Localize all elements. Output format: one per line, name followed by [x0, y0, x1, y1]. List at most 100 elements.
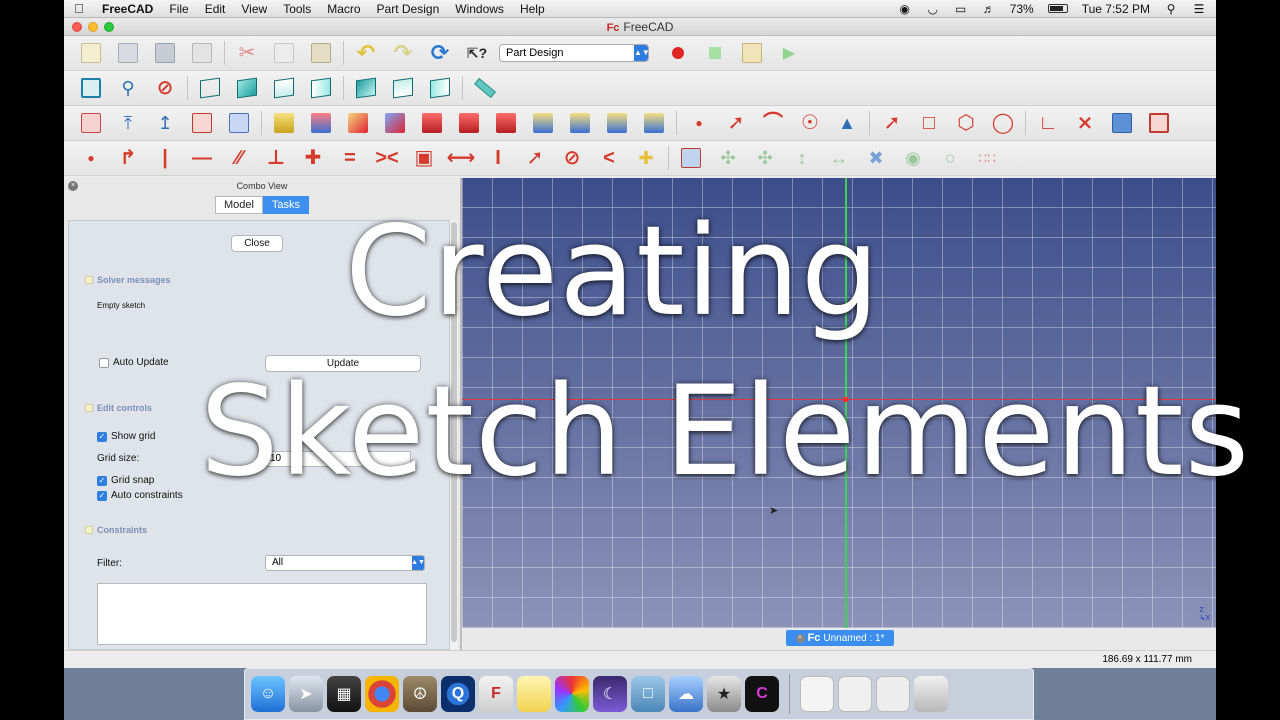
rectangular-array-button[interactable]: ∷∷	[972, 144, 1002, 172]
redo-button[interactable]: ↷	[388, 39, 418, 67]
constrain-distance-button[interactable]: ➚	[520, 144, 550, 172]
task-panel-scrollbar[interactable]	[450, 220, 458, 650]
right-view-button[interactable]	[306, 74, 336, 102]
app-window-icon[interactable]: □	[631, 676, 665, 712]
menu-part-design[interactable]: Part Design	[369, 2, 448, 16]
menu-app-name[interactable]: FreeCAD	[94, 2, 161, 16]
select-horizontal-axis-button[interactable]: ↔	[824, 144, 854, 172]
volume-icon[interactable]: ♬	[982, 3, 996, 15]
grid-snap-checkbox[interactable]: ✓ Grid snap	[97, 475, 154, 486]
record-icon[interactable]: ◉	[898, 3, 912, 15]
external-geometry-button[interactable]	[1107, 109, 1137, 137]
constrain-vertical-button[interactable]: |	[150, 144, 180, 172]
notification-center-icon[interactable]: ☰	[1192, 3, 1206, 15]
downloads-stack-icon[interactable]	[876, 676, 910, 712]
leave-sketch-button[interactable]: ↥	[150, 109, 180, 137]
create-rectangle-button[interactable]: □	[914, 109, 944, 137]
carbon-copy-button[interactable]	[1144, 109, 1174, 137]
apple-icon[interactable]: 	[64, 1, 94, 16]
fit-all-button[interactable]	[76, 74, 106, 102]
tab-model[interactable]: Model	[214, 196, 263, 214]
linear-pattern-button[interactable]	[565, 109, 595, 137]
revolution-button[interactable]	[343, 109, 373, 137]
constrain-angle-button[interactable]: <	[594, 144, 624, 172]
macro-stop-button[interactable]	[700, 39, 730, 67]
pad-button[interactable]	[269, 109, 299, 137]
imovie-icon[interactable]: ★	[707, 676, 741, 712]
close-tab-icon[interactable]: ×	[795, 633, 805, 643]
constrain-coincident-button[interactable]: ●	[76, 144, 106, 172]
create-polygon-button[interactable]: ⬡	[951, 109, 981, 137]
show-grid-checkbox[interactable]: ✓ Show grid	[97, 431, 155, 442]
constrain-symmetric-button[interactable]: ><	[372, 144, 402, 172]
print-button[interactable]	[187, 39, 217, 67]
constrain-radius-button[interactable]: ⊘	[557, 144, 587, 172]
update-button[interactable]: Update	[265, 355, 421, 372]
filter-dropdown[interactable]: All ▲▼	[265, 555, 425, 571]
chrome-icon[interactable]	[365, 676, 399, 712]
dashboard-icon[interactable]: ▦	[327, 676, 361, 712]
workbench-selector[interactable]: Part Design ▲▼	[499, 44, 650, 62]
menu-file[interactable]: File	[161, 2, 196, 16]
battery-icon[interactable]	[1047, 4, 1068, 13]
macro-run-button[interactable]: ▶	[774, 39, 804, 67]
validate-sketch-button[interactable]	[224, 109, 254, 137]
photos-icon[interactable]: ☾	[593, 676, 627, 712]
paste-button[interactable]	[306, 39, 336, 67]
constrain-perpendicular-button[interactable]: ⊥	[261, 144, 291, 172]
create-fillet-button[interactable]: ∟	[1033, 109, 1063, 137]
auto-constraints-checkbox[interactable]: ✓ Auto constraints	[97, 490, 183, 501]
quicktime-icon[interactable]: Q	[441, 676, 475, 712]
macro-record-button[interactable]	[663, 39, 693, 67]
close-panel-icon[interactable]: ×	[68, 181, 78, 191]
close-window-button[interactable]	[72, 22, 82, 32]
new-document-button[interactable]	[76, 39, 106, 67]
constrain-horizontal-button[interactable]: —	[187, 144, 217, 172]
menu-view[interactable]: View	[233, 2, 275, 16]
airplay-icon[interactable]: ▭	[954, 3, 968, 15]
constrain-snell-button[interactable]: ✚	[631, 144, 661, 172]
select-elements-button[interactable]: ○	[935, 144, 965, 172]
trim-edge-button[interactable]: ⨯	[1070, 109, 1100, 137]
view-sketch-button[interactable]: ⤒	[113, 109, 143, 137]
create-line-button[interactable]: ➚	[721, 109, 751, 137]
launchpad-icon[interactable]: ➤	[289, 676, 323, 712]
stickies-icon[interactable]	[517, 676, 551, 712]
freecad-dock-icon[interactable]: F	[479, 676, 513, 712]
undo-button[interactable]: ↶	[351, 39, 381, 67]
toggle-construction-button[interactable]	[676, 144, 706, 172]
select-redundant-button[interactable]: ✖	[861, 144, 891, 172]
left-view-button[interactable]	[425, 74, 455, 102]
select-vertical-axis-button[interactable]: ↕	[787, 144, 817, 172]
front-view-button[interactable]	[232, 74, 262, 102]
grid-size-input[interactable]: 10	[265, 451, 411, 467]
create-conic-button[interactable]: ▲	[832, 109, 862, 137]
gimp-icon[interactable]: ☮	[403, 676, 437, 712]
openoffice-icon[interactable]: ☁	[669, 676, 703, 712]
clock[interactable]: Tue 7:52 PM	[1082, 2, 1150, 16]
auto-update-checkbox[interactable]: Auto Update	[99, 357, 169, 368]
menu-tools[interactable]: Tools	[275, 2, 319, 16]
spotlight-search-icon[interactable]: ⚲	[1164, 3, 1178, 15]
create-polyline-button[interactable]: ➚	[877, 109, 907, 137]
constrain-tangent-button[interactable]: ✚	[298, 144, 328, 172]
refresh-button[interactable]: ⟳	[425, 39, 455, 67]
pocket-button[interactable]	[306, 109, 336, 137]
polar-pattern-button[interactable]	[602, 109, 632, 137]
constrain-horizontal-distance-button[interactable]: ⟷	[446, 144, 476, 172]
groove-button[interactable]	[380, 109, 410, 137]
finder-icon[interactable]: ☺	[251, 676, 285, 712]
save-document-button[interactable]	[150, 39, 180, 67]
create-slot-button[interactable]: ◯	[988, 109, 1018, 137]
whats-this-button[interactable]: ⇱?	[462, 39, 492, 67]
constraints-header[interactable]: Constraints	[85, 525, 147, 535]
menu-help[interactable]: Help	[512, 2, 553, 16]
select-origin-button[interactable]: ✣	[750, 144, 780, 172]
constrain-lock-button[interactable]: ▣	[409, 144, 439, 172]
close-button[interactable]: Close	[231, 235, 283, 252]
edit-controls-header[interactable]: Edit controls	[85, 403, 152, 413]
create-point-button[interactable]: ●	[684, 109, 714, 137]
solver-messages-header[interactable]: Solver messages	[85, 275, 171, 285]
menu-macro[interactable]: Macro	[319, 2, 368, 16]
map-sketch-button[interactable]	[187, 109, 217, 137]
